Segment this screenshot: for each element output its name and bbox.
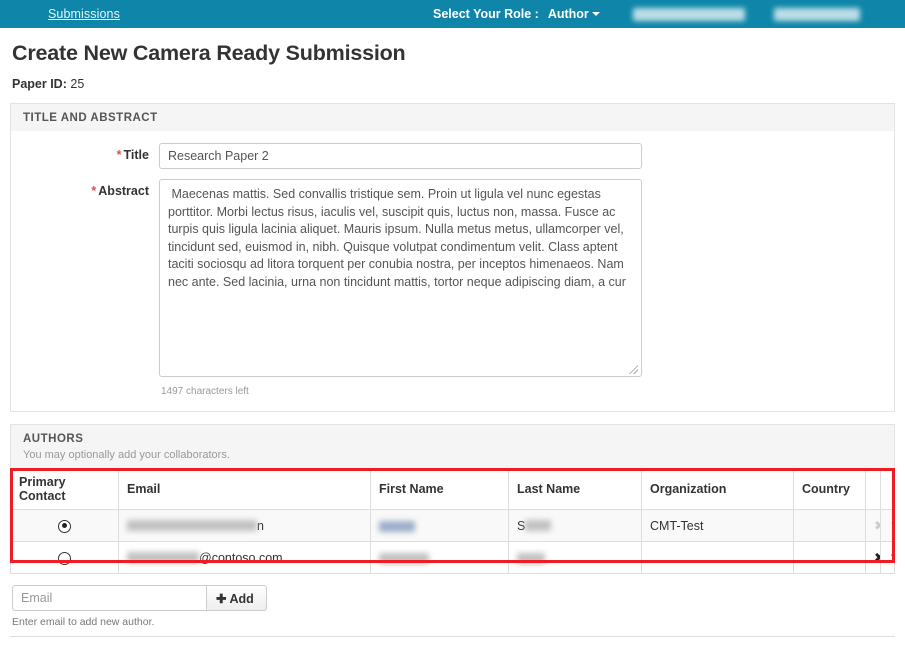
email-visible-suffix: n [257,519,264,533]
move-up-icon[interactable]: ⬆ [889,552,895,565]
primary-contact-radio[interactable] [58,552,71,565]
plus-icon: ✚ [216,592,226,606]
authors-table-body: n S CMT-Test ✖ ⬆ [11,510,895,574]
section-title-authors: AUTHORS [23,433,882,445]
column-header-delete [866,469,881,510]
table-row: @contoso.com ✖ ⬆ [11,542,895,574]
abstract-textarea[interactable]: Maecenas mattis. Sed convallis tristique… [159,179,642,377]
section-header-title-abstract: TITLE AND ABSTRACT [10,103,895,131]
redacted-user-menu [774,8,860,21]
section-body-title-abstract: *Title *Abstract Maecenas mattis. Sed co… [10,131,895,412]
email-visible-suffix: @contoso.com [199,551,283,565]
column-header-email: Email [119,469,371,510]
form-row-title: *Title [11,143,894,169]
email-cell: @contoso.com [119,542,371,574]
reorder-author-cell: ⬆ ⬇ [880,510,895,542]
last-name-cell: S [509,510,642,542]
required-marker-title: * [117,148,122,162]
section-header-authors: AUTHORS You may optionally add your coll… [10,424,895,468]
role-dropdown-value: Author [548,7,589,21]
delete-author-icon[interactable]: ✖ [874,520,880,533]
page-container: Create New Camera Ready Submission Paper… [0,41,905,637]
characters-left-text: 1497 characters left [161,386,894,397]
column-header-organization: Organization [642,469,794,510]
abstract-field-col: Maecenas mattis. Sed convallis tristique… [159,179,894,397]
page-title: Create New Camera Ready Submission [12,41,895,66]
redacted-email-value [127,520,257,531]
delete-author-icon[interactable]: ✖ [874,552,880,565]
column-header-last-name: Last Name [509,469,642,510]
bottom-divider [10,636,895,637]
first-name-cell [371,510,509,542]
title-label: *Title [11,143,159,169]
last-name-prefix: S [517,519,525,533]
redacted-last-name [525,520,551,531]
role-dropdown[interactable]: Author [548,5,600,23]
country-cell [794,510,866,542]
select-role-label: Select Your Role : [433,7,539,21]
section-hint-authors: You may optionally add your collaborator… [23,449,882,461]
redacted-last-name [517,553,545,564]
add-author-hint: Enter email to add new author. [12,616,895,628]
abstract-label: *Abstract [11,179,159,397]
redacted-email-value [127,552,199,563]
title-field-col [159,143,894,169]
last-name-cell [509,542,642,574]
delete-author-cell: ✖ [866,510,881,542]
resize-handle-icon[interactable] [629,365,638,374]
primary-contact-cell [11,510,119,542]
top-navbar: Submissions Select Your Role : Author [0,0,905,28]
country-cell [794,542,866,574]
column-header-first-name: First Name [371,469,509,510]
move-up-icon[interactable]: ⬆ [889,520,895,533]
authors-table-wrap: Primary Contact Email First Name Last Na… [10,468,895,574]
form-row-abstract: *Abstract Maecenas mattis. Sed convallis… [11,179,894,397]
paper-id-label: Paper ID: [12,77,67,91]
first-name-cell [371,542,509,574]
title-input[interactable] [159,143,642,169]
paper-id-value: 25 [70,77,84,91]
redacted-first-name [379,553,429,564]
column-header-country: Country [794,469,866,510]
required-marker-abstract: * [91,184,96,198]
abstract-label-text: Abstract [98,184,149,198]
reorder-arrows: ⬆ ⬇ [889,520,895,533]
column-header-reorder [880,469,895,510]
add-author-row: ✚ Add [12,585,895,611]
reorder-author-cell: ⬆ ⬇ [880,542,895,574]
organization-cell: CMT-Test [642,510,794,542]
add-author-email-input[interactable] [12,585,207,611]
reorder-arrows: ⬆ ⬇ [889,552,895,565]
paper-id: Paper ID: 25 [12,77,895,91]
add-author-button[interactable]: ✚ Add [206,585,267,611]
authors-table-head: Primary Contact Email First Name Last Na… [11,469,895,510]
add-author-button-label: Add [230,592,254,606]
redacted-first-name [379,521,415,532]
authors-header-row: Primary Contact Email First Name Last Na… [11,469,895,510]
caret-down-icon [592,12,600,16]
delete-author-cell: ✖ [866,542,881,574]
primary-contact-cell [11,542,119,574]
section-title-title-abstract: TITLE AND ABSTRACT [23,112,882,124]
email-cell: n [119,510,371,542]
redacted-user-name [633,8,745,21]
title-label-text: Title [124,148,149,162]
nav-link-submissions[interactable]: Submissions [48,7,120,21]
column-header-primary-contact: Primary Contact [11,469,119,510]
organization-cell [642,542,794,574]
nav-right-group: Select Your Role : Author [433,0,860,28]
primary-contact-radio[interactable] [58,520,71,533]
authors-table: Primary Contact Email First Name Last Na… [10,468,895,574]
table-row: n S CMT-Test ✖ ⬆ [11,510,895,542]
